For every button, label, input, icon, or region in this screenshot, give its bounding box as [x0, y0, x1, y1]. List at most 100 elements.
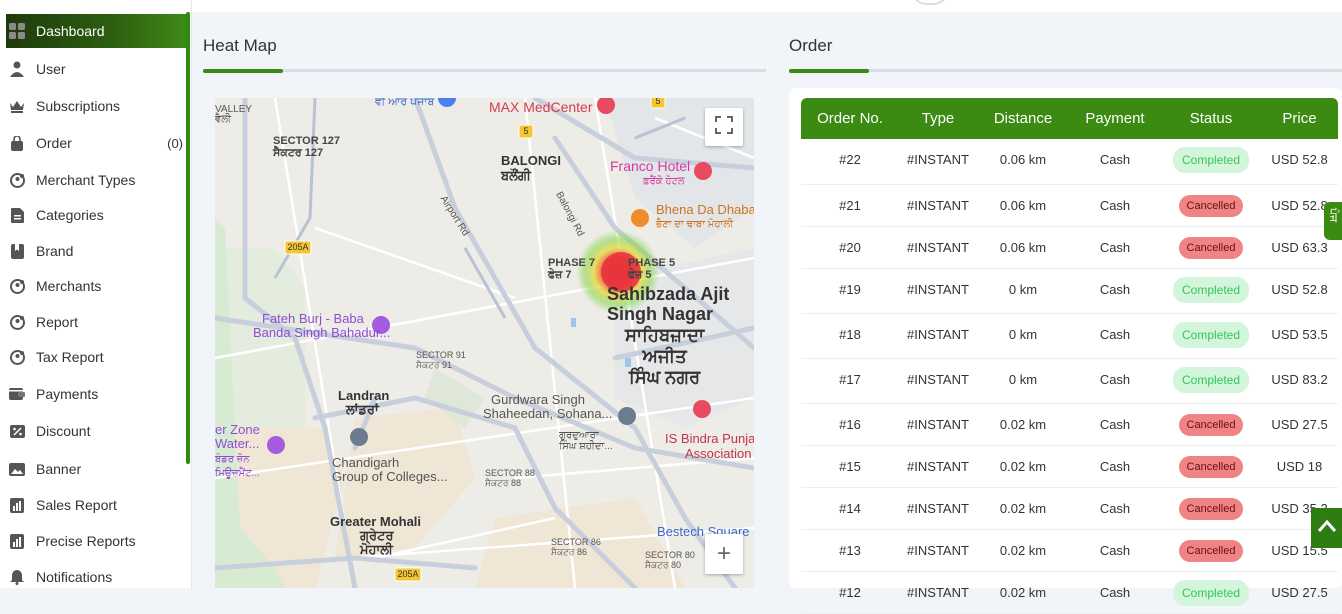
sidebar-item-label: Merchant Types: [36, 172, 136, 188]
no-cell: #19: [839, 282, 861, 297]
table-row[interactable]: #17 #INSTANT 0 km Cash Completed USD 83.2: [801, 359, 1338, 404]
sidebar-scrollbar[interactable]: [186, 12, 190, 464]
side-tab-label: ਪੰਜ: [1327, 208, 1339, 223]
table-row[interactable]: #12 #INSTANT 0.02 km Cash Completed USD 27.5: [801, 572, 1338, 614]
sidebar-item-discount[interactable]: Discount: [6, 414, 186, 448]
merchant-type-icon: [8, 171, 26, 189]
table-row[interactable]: #22 #INSTANT 0.06 km Cash Completed USD 52.8: [801, 139, 1338, 185]
distance-cell: 0.02 km: [999, 417, 1047, 432]
column-header[interactable]: Status: [1161, 110, 1261, 127]
sidebar-item-merchants[interactable]: Merchants: [6, 269, 186, 303]
price-cell: USD 83.2: [1271, 372, 1328, 387]
column-header[interactable]: Type: [899, 110, 977, 127]
table-row[interactable]: #18 #INSTANT 0 km Cash Completed USD 53.5: [801, 314, 1338, 359]
order-table-body: #22 #INSTANT 0.06 km Cash Completed USD 52.8 #…: [801, 139, 1338, 614]
table-row[interactable]: #19 #INSTANT 0 km Cash Completed USD 52.8: [801, 269, 1338, 314]
status-cell: Cancelled: [1161, 227, 1261, 259]
no-cell: #15: [839, 459, 861, 474]
type-cell: #INSTANT: [907, 372, 969, 387]
sidebar-item-tax-report[interactable]: Tax Report: [6, 340, 186, 374]
tax-report-icon: [8, 348, 26, 366]
price-cell: USD 27.5: [1271, 585, 1328, 600]
payment-cell: Cash: [1099, 152, 1131, 167]
status-cell: Cancelled: [1161, 185, 1261, 217]
sidebar-item-brand[interactable]: Brand: [6, 234, 186, 268]
order-title-underline: [789, 69, 1342, 73]
sidebar-item-banner[interactable]: Banner: [6, 452, 186, 486]
sidebar-item-report[interactable]: Report: [6, 305, 186, 339]
report-icon: [8, 313, 26, 331]
sidebar-item-label: Order: [36, 135, 72, 151]
top-bar: [192, 0, 1342, 12]
distance-cell: 0.02 km: [999, 501, 1047, 516]
table-row[interactable]: #15 #INSTANT 0.02 km Cash Cancelled USD 18: [801, 446, 1338, 488]
price-cell: USD 53.5: [1271, 327, 1328, 342]
distance-cell: 0 km: [1008, 327, 1038, 342]
map-fullscreen-button[interactable]: [705, 108, 743, 146]
sidebar-item-label: Notifications: [36, 569, 113, 585]
distance-cell: 0.02 km: [999, 459, 1047, 474]
status-badge: Completed: [1172, 580, 1250, 606]
sidebar-item-notifications[interactable]: Notifications: [6, 560, 186, 594]
map-label: Landran ਲਾਂਡਰਾਂ: [338, 388, 390, 417]
distance-cell: 0.06 km: [999, 152, 1047, 167]
payment-cell: Cash: [1099, 543, 1131, 558]
sidebar-item-order[interactable]: Order (0): [6, 126, 186, 160]
heatmap-title: Heat Map: [203, 36, 277, 55]
map-label: PHASE 7 ਫੇਜ਼ 7: [548, 257, 596, 281]
distance-cell: 0.06 km: [999, 240, 1047, 255]
sidebar-item-label: User: [36, 61, 66, 77]
price-cell: USD 52.8: [1271, 282, 1328, 297]
order-title: Order: [789, 36, 833, 55]
map-label: SECTOR 80 ਸੈਕਟਰ 80: [645, 550, 695, 570]
map-label: Bhena Da Dhaba ਭੈਣਾ ਦਾ ਢਾਬਾ ਮੋਹਾਲੀ: [656, 202, 754, 230]
sidebar-item-label: Categories: [36, 207, 104, 223]
map-label: IS Bindra Punjab Association: [665, 431, 754, 461]
sidebar-item-dashboard[interactable]: Dashboard: [6, 14, 186, 48]
sidebar-item-categories[interactable]: Categories: [6, 198, 186, 232]
payment-cell: Cash: [1099, 327, 1131, 342]
sidebar-item-subscriptions[interactable]: Subscriptions: [6, 89, 186, 123]
sidebar-item-merchant-types[interactable]: Merchant Types: [6, 163, 186, 197]
column-header[interactable]: Payment: [1069, 110, 1161, 127]
table-row[interactable]: #16 #INSTANT 0.02 km Cash Cancelled USD 27.5: [801, 404, 1338, 446]
map-label: Greater Mohali ਗ੍ਰੇਟਰ ਮੋਹਾਲੀ: [330, 514, 422, 557]
table-row[interactable]: #20 #INSTANT 0.06 km Cash Cancelled USD 63.3: [801, 227, 1338, 269]
type-cell: #INSTANT: [907, 198, 969, 213]
type-cell: #INSTANT: [907, 501, 969, 516]
sidebar-item-label: Subscriptions: [36, 98, 121, 114]
side-tab[interactable]: ਪੰਜ: [1324, 202, 1342, 240]
plus-icon: +: [716, 540, 731, 567]
map-label: er Zone Water... ਬੰਡਰ ਜ਼ੋਨ ਮਿਊਜ਼ਮੈਂਟ...: [215, 422, 260, 480]
status-badge: Cancelled: [1178, 195, 1244, 217]
sidebar-item-user[interactable]: User: [6, 52, 186, 86]
map-label: SECTOR 88 ਸੈਕਟਰ 88: [485, 468, 535, 488]
map-zoom-in-button[interactable]: +: [705, 534, 743, 574]
no-cell: #14: [839, 501, 861, 516]
status-cell: Completed: [1161, 359, 1261, 393]
table-row[interactable]: #13 #INSTANT 0.02 km Cash Cancelled USD 15.5: [801, 530, 1338, 572]
sidebar-item-payments[interactable]: Payments: [6, 377, 186, 411]
payment-cell: Cash: [1099, 585, 1131, 600]
heat-map[interactable]: VALLEY ਵੈਲੀ SECTOR 127 ਸੈਕਟਰ 127 ਵੀ ਆਰ ਪੰਜ…: [215, 98, 754, 588]
crown-icon: [8, 97, 26, 115]
sidebar-item-label: Brand: [36, 243, 74, 259]
price-cell: USD 18: [1276, 459, 1323, 474]
no-cell: #18: [839, 327, 861, 342]
table-row[interactable]: #21 #INSTANT 0.06 km Cash Cancelled USD 52.8: [801, 185, 1338, 227]
sidebar-item-precise-reports[interactable]: Precise Reports: [6, 524, 186, 558]
type-cell: #INSTANT: [907, 459, 969, 474]
map-label: SECTOR 86 ਸੈਕਟਰ 86: [551, 537, 601, 557]
column-header[interactable]: Distance: [977, 110, 1069, 127]
wallet-icon: [8, 385, 26, 403]
status-cell: Cancelled: [1161, 404, 1261, 436]
sidebar-item-sales-report[interactable]: Sales Report: [6, 488, 186, 522]
status-badge: Cancelled: [1178, 498, 1244, 520]
column-header[interactable]: Order No.: [801, 110, 899, 127]
table-row[interactable]: #14 #INSTANT 0.02 km Cash Cancelled USD 35.2: [801, 488, 1338, 530]
column-header[interactable]: Price: [1261, 110, 1338, 127]
scroll-to-top-button[interactable]: [1311, 508, 1342, 548]
sidebar-item-label: Dashboard: [36, 23, 105, 39]
order-table-header: Order No. Type Distance Payment Status P…: [801, 98, 1338, 139]
no-cell: #12: [839, 585, 861, 600]
